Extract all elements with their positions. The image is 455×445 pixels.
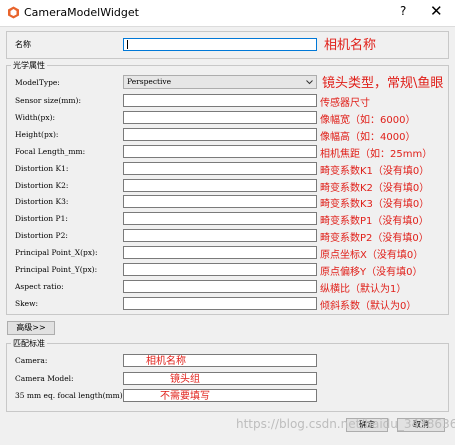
optics-row-input[interactable] <box>123 111 317 124</box>
help-button[interactable]: ? <box>400 4 406 18</box>
match-row-label: Camera Model: <box>15 374 74 383</box>
match-row-annotation: 不需要填写 <box>160 391 210 402</box>
name-annotation: 相机名称 <box>324 38 377 53</box>
model-type-label: ModelType: <box>15 78 60 87</box>
optics-row-input[interactable] <box>123 297 317 310</box>
optics-row-input[interactable] <box>123 162 317 175</box>
optics-row-label: Distortion K2: <box>15 181 69 190</box>
optics-row-annotation: 传感器尺寸 <box>320 98 370 109</box>
optics-row-label: Aspect ratio: <box>15 282 64 291</box>
optics-row-input[interactable] <box>123 128 317 141</box>
match-row-input[interactable] <box>123 389 317 402</box>
dialog-body: 名称 相机名称 光学属性 ModelType: Perspective 镜头类型… <box>0 26 455 445</box>
optics-row-input[interactable] <box>123 145 317 158</box>
title-bar: CameraModelWidget ? ✕ <box>0 0 455 26</box>
match-row-label: 35 mm eq. focal length(mm) <box>15 391 123 400</box>
optics-row-annotation: 倾斜系数（默认为0） <box>320 301 417 312</box>
optics-row-label: Width(px): <box>15 113 56 122</box>
name-input[interactable] <box>123 38 317 51</box>
model-type-select[interactable]: Perspective <box>123 75 317 89</box>
optics-row-label: Height(px): <box>15 130 59 139</box>
optics-row-input[interactable] <box>123 94 317 107</box>
optics-row-annotation: 原点偏移Y（没有填0） <box>320 267 423 278</box>
window-title: CameraModelWidget <box>24 6 139 19</box>
match-row-annotation: 相机名称 <box>146 356 186 367</box>
optics-row-annotation: 相机焦距（如：25mm） <box>320 149 433 160</box>
optics-row-annotation: 纵横比（默认为1） <box>320 284 407 295</box>
watermark: https://blog.csdn.net/baidu_34386365 <box>236 417 455 431</box>
optics-row-label: Principal Point_X(px): <box>15 248 98 257</box>
optics-row-label: Distortion K3: <box>15 197 69 206</box>
optics-row-annotation: 原点坐标X（没有填0） <box>320 250 424 261</box>
optics-row-input[interactable] <box>123 263 317 276</box>
close-button[interactable]: ✕ <box>430 2 443 20</box>
match-group-title: 匹配标准 <box>11 338 47 349</box>
match-row-input[interactable] <box>123 372 317 385</box>
optics-row-annotation: 畸变系数P1（没有填0） <box>320 216 429 227</box>
optics-row-annotation: 像幅宽（如：6000） <box>320 115 416 126</box>
optics-row-label: Distortion P1: <box>15 214 68 223</box>
optics-row-input[interactable] <box>123 280 317 293</box>
optics-row-input[interactable] <box>123 179 317 192</box>
optics-row-label: Focal Length_mm: <box>15 147 86 156</box>
optics-row-label: Sensor size(mm): <box>15 96 81 105</box>
optics-row-annotation: 畸变系数K2（没有填0） <box>320 183 430 194</box>
optics-row-label: Distortion K1: <box>15 164 69 173</box>
model-type-annotation: 镜头类型，常规\鱼眼 <box>322 76 444 91</box>
text-caret <box>127 40 128 49</box>
optics-row-label: Skew: <box>15 299 39 308</box>
model-type-value: Perspective <box>127 77 172 86</box>
match-row-annotation: 镜头组 <box>170 374 200 385</box>
optics-row-input[interactable] <box>123 212 317 225</box>
optics-row-label: Distortion P2: <box>15 231 68 240</box>
name-label: 名称 <box>15 40 31 49</box>
optics-row-annotation: 畸变系数K1（没有填0） <box>320 166 430 177</box>
advanced-button[interactable]: 高级>> <box>7 321 55 335</box>
match-row-label: Camera: <box>15 356 48 365</box>
optics-row-annotation: 畸变系数P2（没有填0） <box>320 233 429 244</box>
optics-row-label: Principal Point_Y(px): <box>15 265 98 274</box>
app-icon <box>8 6 19 19</box>
optics-row-input[interactable] <box>123 229 317 242</box>
optics-row-input[interactable] <box>123 195 317 208</box>
chevron-down-icon <box>306 80 313 85</box>
optics-group-title: 光学属性 <box>11 60 47 71</box>
optics-row-annotation: 像幅高（如：4000） <box>320 132 416 143</box>
optics-row-input[interactable] <box>123 246 317 259</box>
optics-row-annotation: 畸变系数K3（没有填0） <box>320 199 430 210</box>
